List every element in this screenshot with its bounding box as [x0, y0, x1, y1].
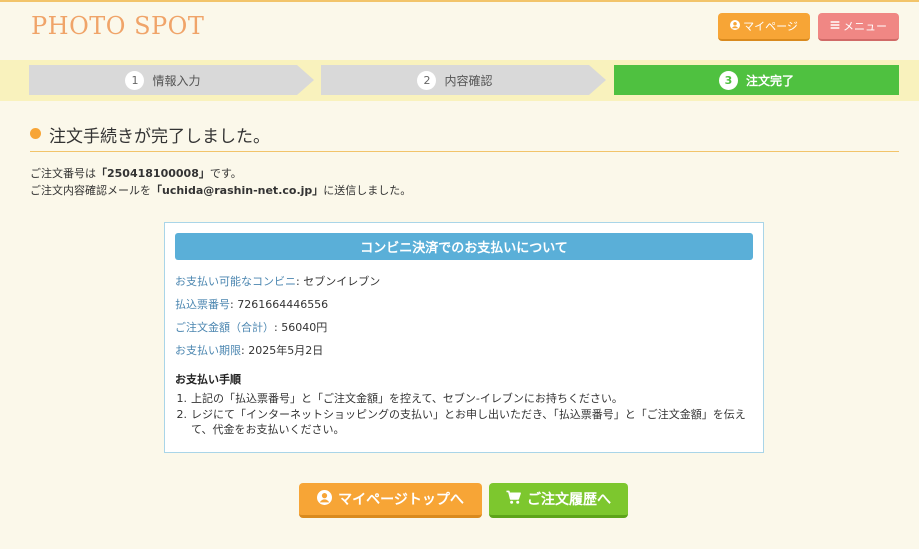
procedure-title: お支払い手順: [175, 373, 241, 386]
payment-row-amount: ご注文金額（合計）: 56040円: [175, 321, 328, 334]
step-info-input: 1 情報入力: [29, 65, 314, 95]
step-label: 注文完了: [745, 73, 794, 88]
procedure-list: 1. 上記の「払込票番号」と「ご注文金額」を控えて、セブン-イレブンにお持ちくだ…: [175, 391, 750, 438]
step-label: 情報入力: [152, 73, 201, 88]
menu-button-label: メニュー: [843, 20, 887, 33]
order-number-message: ご注文番号は「250418100008」です。: [30, 167, 242, 180]
mypage-top-button-label: マイページトップへ: [338, 492, 464, 508]
mail-sent-message: ご注文内容確認メールを「uchida@rashin-net.co.jp」に送信し…: [30, 184, 412, 197]
step-number: 3: [718, 70, 738, 90]
mypage-button[interactable]: マイページ: [718, 13, 810, 41]
site-header: PHOTO SPOT マイページ メニュー: [0, 2, 919, 60]
payment-row-store: お支払い可能なコンビニ: セブンイレブン: [175, 275, 381, 288]
step-confirm: 2 内容確認: [321, 65, 606, 95]
step-number: 1: [125, 70, 145, 90]
step-complete-active: 3 注文完了: [614, 65, 899, 95]
bullet-dot-icon: [30, 128, 41, 139]
progress-steps: 1 情報入力 2 内容確認 3 注文完了: [0, 60, 919, 101]
mypage-top-button[interactable]: マイページトップへ: [299, 483, 482, 518]
page-title-text: 注文手続きが完了しました。: [49, 127, 270, 147]
order-history-button-label: ご注文履歴へ: [527, 492, 611, 508]
mypage-button-label: マイページ: [743, 20, 798, 33]
bars-icon: [830, 20, 840, 33]
menu-button[interactable]: メニュー: [818, 13, 899, 41]
user-circle-icon: [730, 19, 741, 33]
order-history-button[interactable]: ご注文履歴へ: [489, 483, 628, 518]
user-circle-icon: [317, 489, 333, 509]
step-label: 内容確認: [444, 73, 493, 88]
payment-panel-title: コンビニ決済でのお支払いについて: [175, 233, 753, 260]
step-number: 2: [417, 70, 437, 90]
cart-icon: [506, 490, 521, 509]
list-item: 2. レジにて「インターネットショッピングの支払い」とお申し出いただき、「払込票…: [176, 408, 746, 436]
payment-row-slip-number: 払込票番号: 7261664446556: [175, 298, 329, 311]
page-title: 注文手続きが完了しました。: [30, 122, 899, 152]
payment-row-deadline: お支払い期限: 2025年5月2日: [175, 344, 324, 357]
order-number: 「250418100008」: [96, 167, 210, 180]
site-logo[interactable]: PHOTO SPOT: [31, 12, 204, 40]
mail-address: 「uchida@rashin-net.co.jp」: [151, 184, 324, 197]
convenience-payment-panel: コンビニ決済でのお支払いについて お支払い可能なコンビニ: セブンイレブン 払込…: [164, 222, 764, 453]
list-item: 1. 上記の「払込票番号」と「ご注文金額」を控えて、セブン-イレブンにお持ちくだ…: [176, 392, 623, 405]
